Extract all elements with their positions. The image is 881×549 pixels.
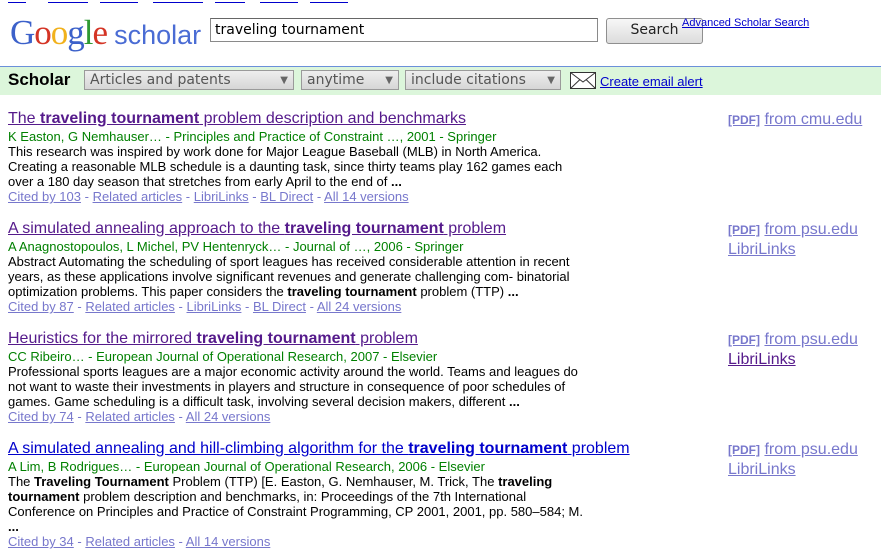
result-side-links: [PDF] from psu.edu LibriLinks (728, 330, 878, 369)
related-articles-link[interactable]: Related articles (85, 534, 175, 549)
logo-letter: e (92, 13, 109, 52)
envelope-icon[interactable] (570, 72, 596, 89)
related-articles-link[interactable]: Related articles (93, 189, 183, 204)
chevron-down-icon: ▼ (385, 75, 393, 86)
librilinks-link[interactable]: LibriLinks (187, 299, 242, 314)
title-text: A simulated annealing and hill-climbing … (8, 440, 409, 457)
scholar-toolbar: Scholar Articles and patents ▼ anytime ▼… (0, 66, 881, 95)
source-domain: from psu.edu (764, 221, 858, 238)
pdf-source-link[interactable]: [PDF] from psu.edu (728, 220, 878, 240)
result-links: Cited by 74 - Related articles - All 24 … (8, 409, 271, 424)
snippet-text: This research was inspired by work done … (8, 144, 563, 189)
snippet-ellipsis: ... (8, 519, 19, 534)
snippet-text: problem description and benchmarks, in: … (8, 489, 583, 519)
logo-letter: l (83, 13, 94, 52)
result-links: Cited by 34 - Related articles - All 14 … (8, 534, 271, 549)
snippet-ellipsis: ... (508, 394, 520, 409)
scope-select[interactable]: Articles and patents ▼ (84, 70, 294, 90)
title-text: Heuristics for the mirrored (8, 330, 197, 347)
title-text: problem (443, 220, 507, 237)
snippet-ellipsis: ... (507, 284, 519, 299)
all-versions-link[interactable]: All 14 versions (324, 189, 409, 204)
search-input[interactable] (210, 18, 598, 42)
scope-select-value: Articles and patents (90, 72, 231, 88)
citations-select-value: include citations (411, 72, 526, 88)
librilinks-link[interactable]: LibriLinks (194, 189, 249, 204)
result-side-links: [PDF] from cmu.edu (728, 110, 878, 130)
snippet-text: Problem (TTP) [E. Easton, G. Nemhauser, … (168, 474, 499, 489)
title-text: A simulated annealing approach to the (8, 220, 285, 237)
time-select-value: anytime (307, 72, 365, 88)
title-text: problem (355, 330, 418, 347)
pdf-source-link[interactable]: [PDF] from psu.edu (728, 440, 878, 460)
snippet-highlight: Traveling Tournament (34, 474, 169, 489)
logo-letter: o (50, 13, 68, 52)
source-domain: from psu.edu (764, 331, 858, 348)
google-scholar-logo[interactable]: Google scholar (10, 13, 201, 53)
librilinks-side-link[interactable]: LibriLinks (728, 460, 878, 479)
all-versions-link[interactable]: All 24 versions (317, 299, 402, 314)
librilinks-side-link[interactable]: LibriLinks (728, 350, 878, 369)
logo-letter: o (34, 13, 51, 52)
pdf-label: [PDF] (728, 333, 760, 347)
cited-by-link[interactable]: Cited by 74 (8, 409, 74, 424)
chevron-down-icon: ▼ (547, 75, 555, 86)
snippet-highlight: traveling tournament (287, 284, 417, 299)
advanced-search-link[interactable]: Advanced Scholar Search (682, 17, 809, 29)
pdf-source-link[interactable]: [PDF] from cmu.edu (728, 110, 878, 130)
title-highlight: traveling tournament (284, 220, 444, 237)
title-highlight: traveling tournament (408, 440, 568, 457)
snippet-text: problem (TTP) (416, 284, 508, 299)
snippet-text: The (8, 474, 35, 489)
all-versions-link[interactable]: All 24 versions (186, 409, 271, 424)
result-snippet: Professional sports leagues are a major … (8, 364, 588, 409)
related-articles-link[interactable]: Related articles (85, 409, 175, 424)
title-text: The (8, 110, 41, 127)
create-email-alert-link[interactable]: Create email alert (600, 74, 703, 89)
result-title-link[interactable]: A simulated annealing approach to the tr… (8, 220, 506, 237)
related-articles-link[interactable]: Related articles (85, 299, 175, 314)
snippet-text: Professional sports leagues are a major … (8, 364, 578, 409)
bl-direct-link[interactable]: BL Direct (260, 189, 313, 204)
result-links: Cited by 103 - Related articles - LibriL… (8, 189, 409, 204)
title-text: problem (567, 440, 630, 457)
result-links: Cited by 87 - Related articles - LibriLi… (8, 299, 402, 314)
librilinks-side-link[interactable]: LibriLinks (728, 240, 878, 259)
pdf-source-link[interactable]: [PDF] from psu.edu (728, 330, 878, 350)
title-text: problem description and benchmarks (199, 110, 466, 127)
result-title-link[interactable]: Heuristics for the mirrored traveling to… (8, 330, 418, 347)
time-select[interactable]: anytime ▼ (301, 70, 399, 90)
bl-direct-link[interactable]: BL Direct (253, 299, 306, 314)
toolbar-title: Scholar (8, 70, 71, 89)
top-nav-links[interactable] (0, 0, 881, 3)
result-title-link[interactable]: A simulated annealing and hill-climbing … (8, 440, 630, 457)
result-snippet: This research was inspired by work done … (8, 144, 588, 189)
pdf-label: [PDF] (728, 113, 760, 127)
result-title-link[interactable]: The traveling tournament problem descrip… (8, 110, 466, 127)
title-highlight: traveling tournament (196, 330, 356, 347)
logo-letter: G (10, 13, 35, 52)
source-domain: from psu.edu (764, 441, 858, 458)
scholar-wordmark: scholar (114, 20, 202, 50)
result-side-links: [PDF] from psu.edu LibriLinks (728, 440, 878, 479)
pdf-label: [PDF] (728, 443, 760, 457)
result-snippet: Abstract Automating the scheduling of sp… (8, 254, 588, 299)
title-highlight: traveling tournament (40, 110, 200, 127)
citations-select[interactable]: include citations ▼ (405, 70, 561, 90)
all-versions-link[interactable]: All 14 versions (186, 534, 271, 549)
cited-by-link[interactable]: Cited by 87 (8, 299, 74, 314)
cited-by-link[interactable]: Cited by 103 (8, 189, 81, 204)
result-snippet: The Traveling Tournament Problem (TTP) [… (8, 474, 588, 534)
chevron-down-icon: ▼ (280, 75, 288, 86)
pdf-label: [PDF] (728, 223, 760, 237)
result-authors: K Easton, G Nemhauser… - Principles and … (8, 129, 497, 144)
logo-letter: g (67, 13, 84, 52)
source-domain: from cmu.edu (764, 111, 863, 128)
result-side-links: [PDF] from psu.edu LibriLinks (728, 220, 878, 259)
cited-by-link[interactable]: Cited by 34 (8, 534, 74, 549)
google-wordmark: Google (10, 13, 109, 53)
snippet-ellipsis: ... (391, 174, 402, 189)
